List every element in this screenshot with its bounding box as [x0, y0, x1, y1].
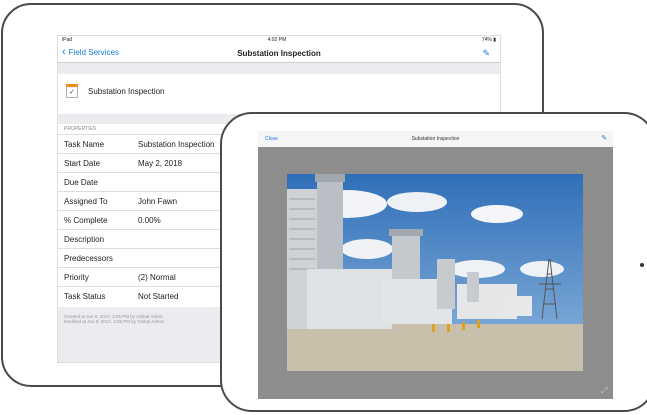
substation-photo [287, 174, 583, 371]
property-value: John Fawn [138, 196, 178, 206]
property-value: 0.00% [138, 215, 161, 225]
nav-bar: ‹ Field Services Substation Inspection ✎ [58, 44, 500, 63]
battery-icon: ▮ [493, 37, 496, 43]
expand-icon[interactable]: ⤢ [601, 387, 609, 395]
properties-header: PROPERTIES [64, 126, 97, 132]
property-key: Task Status [64, 291, 106, 301]
property-key: Priority [64, 272, 89, 282]
property-value: May 2, 2018 [138, 158, 183, 168]
property-key: Predecessors [64, 253, 113, 263]
viewer-nav-bar: Close Substation Inspection ✎ [258, 131, 613, 147]
section-divider [58, 63, 500, 74]
property-key: Start Date [64, 158, 101, 168]
device-label: iPad [62, 37, 73, 43]
home-button[interactable] [640, 263, 644, 267]
property-key: Task Name [64, 139, 105, 149]
battery-percent: 74% [481, 37, 492, 43]
property-key: Assigned To [64, 196, 108, 206]
edit-icon[interactable]: ✎ [482, 48, 490, 59]
image-viewer: Close Substation Inspection ✎ ⤢ [258, 131, 613, 399]
property-value: (2) Normal [138, 272, 176, 282]
item-row[interactable]: ✓ Substation Inspection [58, 74, 500, 114]
property-key: Description [64, 234, 105, 244]
item-title: Substation Inspection [88, 87, 165, 96]
page-title: Substation Inspection [237, 49, 321, 58]
checklist-doc-icon: ✓ [66, 84, 78, 98]
ios-status-bar: iPad 4:02 PM 74% ▮ [58, 36, 500, 44]
property-value: Substation Inspection [138, 139, 215, 149]
status-time: 4:02 PM [267, 37, 287, 43]
property-key: Due Date [64, 177, 98, 187]
viewer-title: Substation Inspection [411, 136, 460, 142]
battery-group: 74% ▮ [482, 37, 496, 43]
edit-icon[interactable]: ✎ [601, 134, 607, 142]
front-tablet: Close Substation Inspection ✎ ⤢ [220, 112, 647, 412]
property-key: % Complete [64, 215, 108, 225]
property-value: Not Started [138, 291, 179, 301]
